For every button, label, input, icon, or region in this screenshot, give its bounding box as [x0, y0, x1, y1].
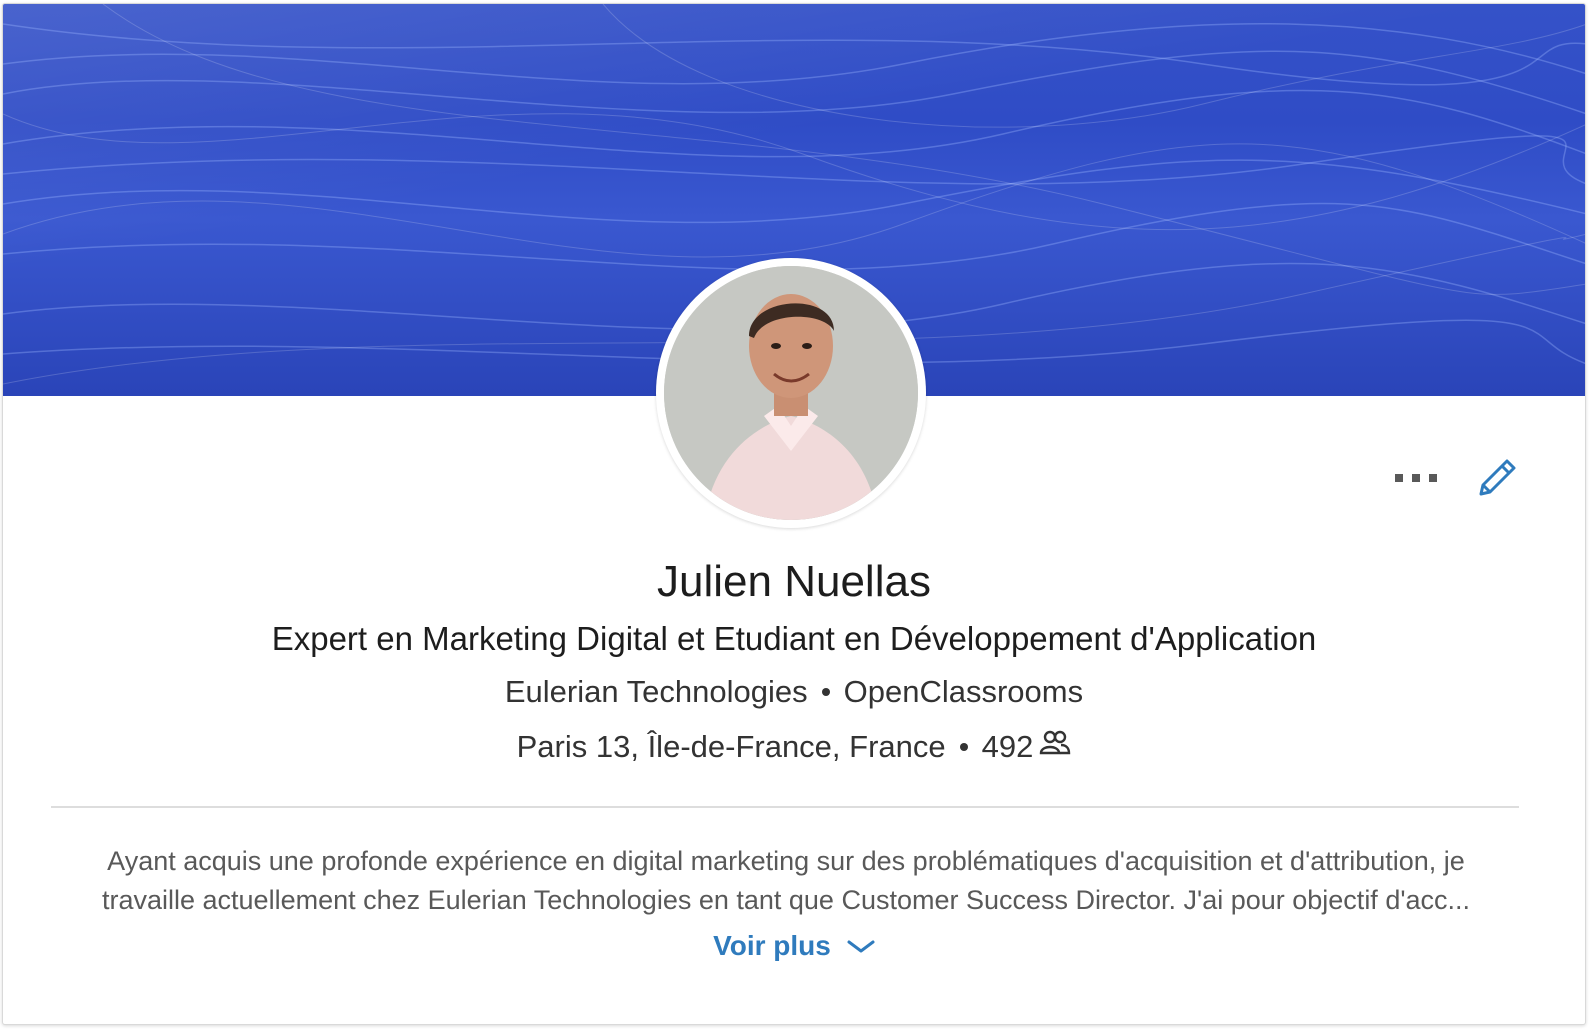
- profile-name: Julien Nuellas: [657, 557, 931, 606]
- school-link[interactable]: OpenClassrooms: [844, 674, 1083, 709]
- avatar[interactable]: [664, 266, 918, 520]
- pencil-icon: [1479, 459, 1516, 496]
- chevron-down-icon: [847, 926, 875, 966]
- profile-summary: Ayant acquis une profonde expérience en …: [51, 842, 1521, 920]
- avatar-frame[interactable]: [656, 258, 926, 528]
- profile-headline: Expert en Marketing Digital et Etudiant …: [271, 620, 1317, 657]
- separator-dot: [959, 742, 968, 751]
- ellipsis-dot: [1429, 474, 1437, 482]
- profile-companies: Eulerian Technologies OpenClassrooms: [3, 672, 1585, 712]
- profile-card: Julien Nuellas Expert en Marketing Digit…: [2, 3, 1586, 1025]
- connections-icon[interactable]: [1039, 725, 1071, 765]
- connections-count[interactable]: 492: [982, 729, 1034, 764]
- see-more-button[interactable]: Voir plus: [3, 926, 1585, 968]
- more-actions-button[interactable]: [1395, 466, 1441, 492]
- profile-location-row: Paris 13, Île-de-France, France 492: [3, 727, 1585, 769]
- profile-photo: [664, 266, 918, 520]
- edit-profile-button[interactable]: [1473, 454, 1521, 502]
- current-company-link[interactable]: Eulerian Technologies: [505, 674, 808, 709]
- separator-dot: [821, 687, 830, 696]
- ellipsis-dot: [1412, 474, 1420, 482]
- summary-line: travaille actuellement chez Eulerian Tec…: [101, 885, 1471, 915]
- section-divider: [51, 806, 1519, 808]
- see-more-label: Voir plus: [713, 930, 831, 961]
- summary-line: Ayant acquis une profonde expérience en …: [107, 846, 1465, 876]
- ellipsis-icon: [1395, 474, 1403, 482]
- profile-location: Paris 13, Île-de-France, France: [516, 729, 946, 764]
